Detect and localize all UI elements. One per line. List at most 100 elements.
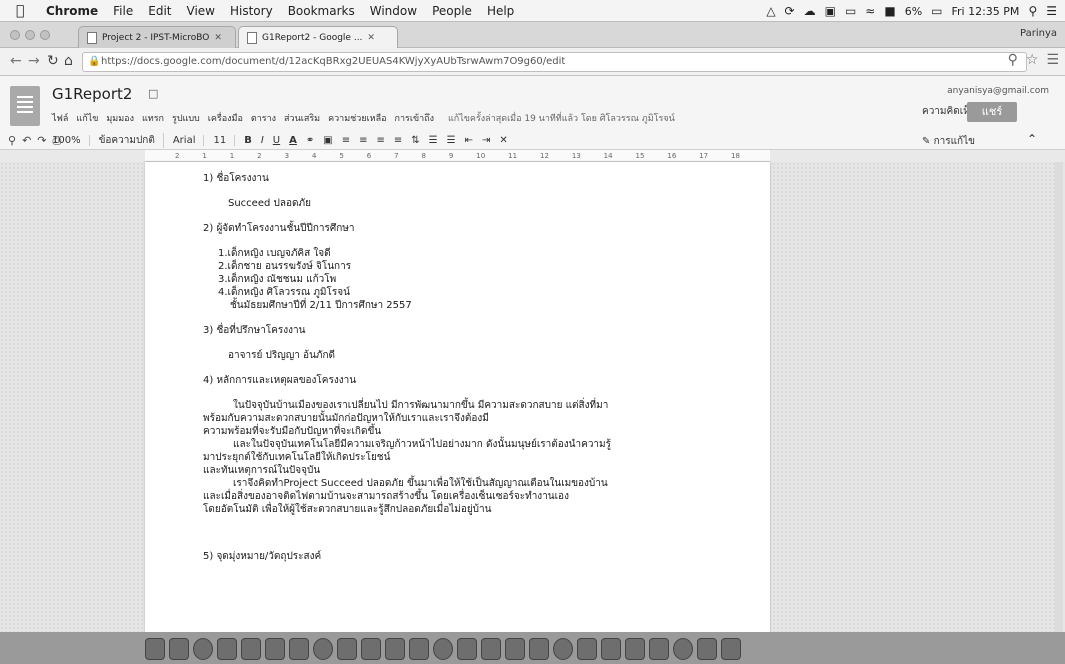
dock-prefs-icon[interactable] [529, 638, 549, 660]
dock-photos-icon[interactable] [385, 638, 405, 660]
menu-file[interactable]: File [113, 4, 133, 18]
dock-notes-icon[interactable] [313, 638, 333, 660]
account-email[interactable]: anyanisya@gmail.com [947, 86, 1049, 96]
document-title[interactable]: G1Report2 [52, 85, 132, 103]
menu-bookmarks[interactable]: Bookmarks [288, 4, 355, 18]
drive-icon[interactable]: △ [766, 4, 775, 18]
dock-trash-icon[interactable] [721, 638, 741, 660]
zoom-window-button[interactable] [40, 30, 50, 40]
share-button[interactable]: แชร์ [967, 102, 1017, 122]
clipboard-icon[interactable]: ▣ [825, 4, 836, 18]
last-edit-link[interactable]: แก้ไขครั้งล่าสุดเมื่อ 19 นาทีที่แล้ว โดย… [448, 111, 675, 125]
vertical-scrollbar[interactable] [1055, 162, 1063, 632]
dock-powerpoint-icon[interactable] [601, 638, 621, 660]
bookmark-star-icon[interactable]: ☆ [1026, 52, 1039, 68]
home-icon[interactable]: ⌂ [64, 53, 73, 69]
dock-chrome-icon[interactable] [217, 638, 237, 660]
italic-button[interactable]: I [261, 135, 264, 146]
dock-appstore-icon[interactable] [505, 638, 525, 660]
menu-view[interactable]: View [187, 4, 215, 18]
dock-ai-icon[interactable] [649, 638, 669, 660]
app-status-icon[interactable]: ■ [884, 4, 895, 18]
docs-menu-format[interactable]: รูปแบบ [172, 111, 200, 125]
zoom-select[interactable]: 100% [52, 134, 90, 146]
clear-formatting-icon[interactable]: ✕ [499, 135, 507, 146]
justify-icon[interactable]: ≡ [394, 135, 402, 146]
dock-id-icon[interactable] [697, 638, 717, 660]
increase-indent-icon[interactable]: ⇥ [482, 135, 490, 146]
notification-center-icon[interactable]: ☰ [1046, 4, 1057, 18]
font-size-select[interactable]: 11 [213, 134, 236, 146]
dock-finder-icon[interactable] [145, 638, 165, 660]
airplay-icon[interactable]: ▭ [845, 4, 856, 18]
dock-word-icon[interactable] [553, 638, 573, 660]
docs-menu-insert[interactable]: แทรก [142, 111, 164, 125]
ruler[interactable]: 2 1 1 2 3 4 5 6 7 8 9 10 11 12 13 14 15 … [145, 150, 770, 162]
tab-g1report2[interactable]: G1Report2 - Google ... ✕ [238, 26, 398, 48]
forward-icon[interactable]: → [28, 53, 40, 69]
comment-icon[interactable]: ▣ [323, 135, 332, 146]
dock-launchpad-icon[interactable] [169, 638, 189, 660]
dock-safari-icon[interactable] [193, 638, 213, 660]
dock-messages-icon[interactable] [409, 638, 429, 660]
docs-menu-view[interactable]: มุมมอง [106, 111, 134, 125]
text-color-button[interactable]: A [289, 135, 297, 146]
menu-help[interactable]: Help [487, 4, 514, 18]
docs-menu-table[interactable]: ตาราง [251, 111, 276, 125]
style-select[interactable]: ข้อความปกติ [99, 132, 164, 148]
search-menus-icon[interactable]: ⚲ [8, 134, 16, 148]
url-input[interactable]: 🔒 https://docs.google.com/document/d/12a… [82, 52, 1027, 72]
document-page[interactable]: 1) ชื่อโครงงาน Succeed ปลอดภัย 2) ผู้จัด… [145, 162, 770, 632]
back-icon[interactable]: ← [10, 53, 22, 69]
menu-history[interactable]: History [230, 4, 273, 18]
dock-ps-icon[interactable] [625, 638, 645, 660]
profile-button[interactable]: Parinya [1020, 28, 1057, 39]
docs-menu-addons[interactable]: ส่วนเสริม [284, 111, 320, 125]
spotlight-icon[interactable]: ⚲ [1028, 4, 1037, 18]
folder-icon[interactable]: □ [148, 87, 158, 100]
dock-contacts-icon[interactable] [265, 638, 285, 660]
document-body[interactable]: 1) ชื่อโครงงาน Succeed ปลอดภัย 2) ผู้จัด… [203, 172, 723, 575]
docs-logo-icon[interactable] [10, 86, 40, 126]
docs-menu-file[interactable]: ไฟล์ [52, 111, 68, 125]
dock-maps-icon[interactable] [361, 638, 381, 660]
bold-button[interactable]: B [244, 135, 252, 146]
numbered-list-icon[interactable]: ☰ [429, 135, 438, 146]
underline-button[interactable]: U [273, 135, 280, 146]
search-icon[interactable]: ⚲ [1008, 52, 1018, 68]
docs-menu-help[interactable]: ความช่วยเหลือ [328, 111, 386, 125]
dock-itunes-icon[interactable] [457, 638, 477, 660]
dock-ibooks-icon[interactable] [481, 638, 501, 660]
docs-menu-accessibility[interactable]: การเข้าถึง [395, 111, 434, 125]
align-right-icon[interactable]: ≡ [377, 135, 385, 146]
chevron-up-icon[interactable]: ⌃ [1027, 132, 1037, 146]
cloud-icon[interactable]: ☁ [804, 4, 816, 18]
docs-menu-edit[interactable]: แก้ไข [76, 111, 98, 125]
sync-icon[interactable]: ⟳ [785, 4, 795, 18]
battery-icon[interactable]: ▭ [931, 4, 942, 18]
clock[interactable]: Fri 12:35 PM [952, 5, 1020, 18]
close-tab-icon[interactable]: ✕ [214, 33, 222, 43]
decrease-indent-icon[interactable]: ⇤ [465, 135, 473, 146]
menu-window[interactable]: Window [370, 4, 417, 18]
menu-people[interactable]: People [432, 4, 472, 18]
menu-app[interactable]: Chrome [46, 4, 98, 18]
close-tab-icon[interactable]: ✕ [367, 33, 375, 43]
align-center-icon[interactable]: ≡ [359, 135, 367, 146]
redo-icon[interactable]: ↷ [37, 134, 46, 148]
line-spacing-icon[interactable]: ⇅ [411, 135, 419, 146]
wifi-icon[interactable]: ≈ [865, 4, 875, 18]
link-icon[interactable]: ⚭ [306, 135, 314, 146]
reload-icon[interactable]: ↻ [47, 53, 59, 69]
tab-project2[interactable]: Project 2 - IPST-MicroBO ✕ [78, 26, 236, 48]
apple-icon[interactable]:  [16, 3, 30, 19]
dock-lr-icon[interactable] [673, 638, 693, 660]
undo-icon[interactable]: ↶ [22, 134, 31, 148]
font-select[interactable]: Arial [173, 134, 205, 146]
dock-reminders-icon[interactable] [337, 638, 357, 660]
menu-edit[interactable]: Edit [148, 4, 171, 18]
chrome-menu-icon[interactable]: ☰ [1046, 52, 1059, 68]
editing-mode-select[interactable]: ✎ การแก้ไข [922, 134, 975, 149]
dock-mail-icon[interactable] [241, 638, 261, 660]
minimize-window-button[interactable] [25, 30, 35, 40]
